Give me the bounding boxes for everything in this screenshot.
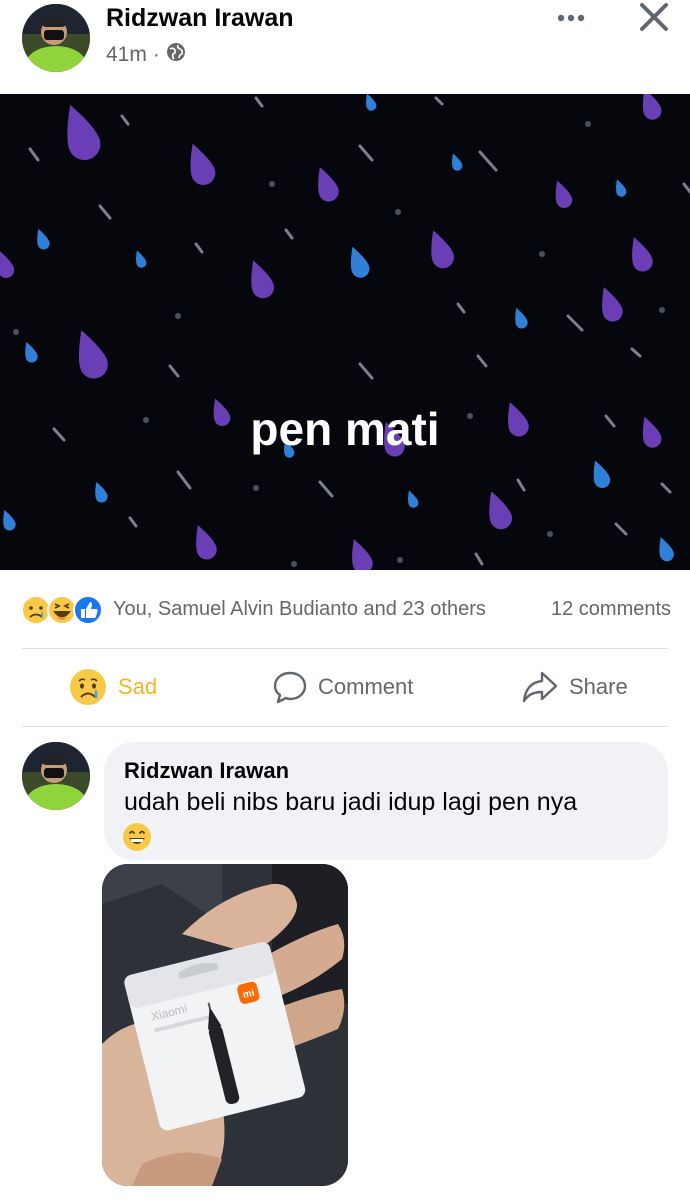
grinning-face-icon xyxy=(122,822,152,852)
divider xyxy=(22,726,668,727)
meta-separator: · xyxy=(152,43,160,66)
comment-button[interactable]: Comment xyxy=(272,662,413,712)
haha-reaction-icon xyxy=(47,595,77,625)
comments-count-link[interactable]: 12 comments xyxy=(551,598,671,621)
sad-face-icon xyxy=(70,669,106,705)
post-meta: 41m · xyxy=(106,42,186,68)
commenter-avatar[interactable] xyxy=(22,742,90,810)
comment-label: Comment xyxy=(318,674,414,699)
author-name[interactable]: Ridzwan Irawan xyxy=(106,4,294,33)
pen-nib-box-photo: mi Xiaomi xyxy=(102,864,348,1186)
post-text: pen mati xyxy=(250,403,440,455)
comment-photo[interactable]: mi Xiaomi xyxy=(102,864,348,1186)
comment-item: Ridzwan Irawan udah beli nibs baru jadi … xyxy=(0,730,690,1200)
post-header: Ridzwan Irawan 41m · xyxy=(0,0,690,92)
close-button[interactable] xyxy=(632,0,676,36)
post-time[interactable]: 41m xyxy=(106,43,147,67)
comment-text: udah beli nibs baru jadi idup lagi pen n… xyxy=(124,788,578,816)
comment-author[interactable]: Ridzwan Irawan xyxy=(124,758,289,784)
more-horizontal-icon xyxy=(557,14,585,22)
like-reaction-icon xyxy=(73,595,103,625)
share-label: Share xyxy=(569,674,628,699)
author-avatar[interactable] xyxy=(22,4,90,72)
comment-bubble-icon xyxy=(273,671,307,704)
sad-label: Sad xyxy=(118,674,158,699)
reactions-summary[interactable]: You, Samuel Alvin Budianto and 23 others… xyxy=(0,586,690,634)
reaction-icons xyxy=(20,594,108,626)
comment-bubble[interactable]: Ridzwan Irawan udah beli nibs baru jadi … xyxy=(104,742,668,860)
post-status-background[interactable]: pen mati xyxy=(0,94,690,570)
post-actions: Sad Comment Share xyxy=(0,652,690,724)
reactors-text[interactable]: You, Samuel Alvin Budianto and 23 others xyxy=(113,598,486,621)
sad-reaction-icon xyxy=(21,595,51,625)
sad-reaction-button[interactable]: Sad xyxy=(68,662,157,712)
more-options-button[interactable] xyxy=(548,2,594,32)
close-icon xyxy=(640,3,668,31)
rain-drops-background xyxy=(0,94,690,570)
share-arrow-icon xyxy=(522,671,558,703)
globe-icon xyxy=(166,42,186,68)
divider xyxy=(22,648,668,649)
share-button[interactable]: Share xyxy=(521,662,628,712)
